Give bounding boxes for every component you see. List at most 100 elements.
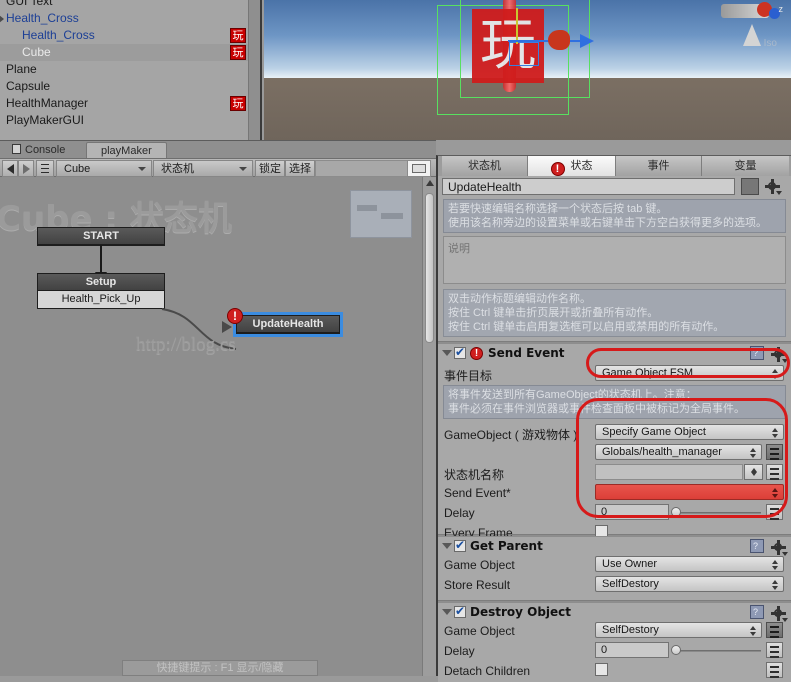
graph-minimap[interactable] bbox=[350, 190, 412, 238]
nav-back-button[interactable] bbox=[2, 160, 18, 177]
tab-playmaker[interactable]: playMaker bbox=[86, 142, 167, 159]
menu-button[interactable] bbox=[36, 160, 54, 177]
action-hint-line-3: 按住 Ctrl 键单击启用复选框可以启用或禁用的所有动作。 bbox=[448, 321, 725, 333]
field-fsm-name: 状态机名称 bbox=[438, 463, 791, 483]
tab-fsm-label: 状态机 bbox=[468, 160, 501, 172]
action-header[interactable]: ! Send Event ? bbox=[438, 344, 791, 363]
delay-slider-knob[interactable] bbox=[671, 645, 681, 655]
select-button[interactable]: 选择 bbox=[285, 160, 315, 177]
game-object-value: Specify Game Object bbox=[602, 426, 706, 438]
game-object-dropdown[interactable]: Use Owner bbox=[595, 556, 784, 572]
action-error-icon: ! bbox=[470, 347, 483, 360]
event-target-dropdown[interactable]: Game Object FSM bbox=[595, 365, 784, 381]
game-object-reference-dropdown[interactable]: Globals/health_manager bbox=[595, 444, 762, 460]
state-transition-event[interactable]: Health_Pick_Up bbox=[38, 291, 164, 308]
state-description-input[interactable]: 说明 bbox=[443, 236, 786, 284]
hierarchy-item-gui-text[interactable]: GUI Text bbox=[0, 0, 260, 10]
hierarchy-item-healthmanager[interactable]: HealthManager 玩 bbox=[0, 95, 260, 112]
variable-menu-button[interactable] bbox=[766, 444, 783, 460]
action-hint-line-2: 按住 Ctrl 键单击折页展开或折叠所有动作。 bbox=[448, 307, 659, 319]
target-object-dropdown[interactable]: Cube bbox=[56, 160, 152, 177]
canvas-scrollbar[interactable] bbox=[422, 177, 436, 676]
expand-arrow-icon[interactable] bbox=[0, 15, 4, 23]
hierarchy-item-cube[interactable]: Cube 玩 bbox=[0, 44, 260, 61]
delay-slider-knob[interactable] bbox=[671, 507, 681, 517]
gear-icon[interactable] bbox=[771, 606, 788, 622]
tab-fsm[interactable]: 状态机 bbox=[442, 156, 528, 176]
help-icon[interactable]: ? bbox=[750, 605, 764, 619]
gear-icon[interactable] bbox=[765, 179, 782, 195]
action-get-parent: Get Parent ? Game Object Use Owner Store… bbox=[438, 536, 791, 596]
unity-editor-window: GUI Text Health_Cross Health_Cross 玩 Cub… bbox=[0, 0, 791, 682]
variable-menu-button[interactable] bbox=[766, 504, 783, 520]
hierarchy-item-label: Cube bbox=[22, 45, 51, 59]
hierarchy-item-health-cross-child[interactable]: Health_Cross 玩 bbox=[0, 27, 260, 44]
delay-input[interactable]: 0 bbox=[595, 642, 669, 658]
hierarchy-item-label: Capsule bbox=[6, 79, 51, 93]
nav-forward-button[interactable] bbox=[18, 160, 34, 177]
gizmo-y-axis[interactable] bbox=[516, 8, 518, 44]
field-label: GameObject ( 游戏物体 ) bbox=[444, 428, 578, 442]
scene-view[interactable]: 玩 z Iso bbox=[264, 0, 791, 140]
state-node-setup[interactable]: Setup Health_Pick_Up bbox=[37, 273, 165, 309]
action-header[interactable]: Destroy Object ? bbox=[438, 603, 791, 622]
scroll-up-icon[interactable] bbox=[426, 180, 434, 186]
game-object-dropdown[interactable]: Specify Game Object bbox=[595, 424, 784, 440]
fsm-dropdown[interactable]: 状态机 bbox=[153, 160, 253, 177]
scene-view-mode-label[interactable]: Iso bbox=[764, 38, 777, 49]
hierarchy-scrollbar[interactable] bbox=[248, 0, 260, 140]
chevron-down-icon[interactable] bbox=[442, 350, 452, 356]
fsm-name-stepper[interactable] bbox=[744, 464, 763, 480]
state-name-input[interactable]: UpdateHealth bbox=[442, 178, 735, 195]
state-color-swatch[interactable] bbox=[741, 178, 759, 195]
gizmo-rotate-handle[interactable] bbox=[548, 30, 570, 50]
help-icon[interactable]: ? bbox=[750, 346, 764, 360]
detach-children-checkbox[interactable] bbox=[595, 663, 608, 676]
hierarchy-item-health-cross-root[interactable]: Health_Cross bbox=[0, 10, 260, 27]
fsm-name-label: 状态机 bbox=[161, 163, 194, 175]
action-hint-box: 双击动作标题编辑动作名称。 按住 Ctrl 键单击折页展开或折叠所有动作。 按住… bbox=[443, 289, 786, 337]
hierarchy-item-capsule[interactable]: Capsule bbox=[0, 78, 260, 95]
delay-slider-track[interactable] bbox=[673, 650, 761, 652]
layout-toggle-button[interactable] bbox=[407, 160, 431, 177]
gear-icon[interactable] bbox=[771, 540, 788, 556]
help-icon[interactable]: ? bbox=[750, 539, 764, 553]
tab-state[interactable]: ! 状态 bbox=[528, 156, 616, 176]
state-node-updatehealth[interactable]: ! UpdateHealth bbox=[227, 308, 343, 337]
state-node-title: START bbox=[38, 228, 164, 245]
store-result-dropdown[interactable]: SelfDestory bbox=[595, 576, 784, 592]
scrollbar-thumb[interactable] bbox=[425, 193, 434, 343]
tab-events[interactable]: 事件 bbox=[616, 156, 702, 176]
tab-console[interactable]: Console bbox=[2, 142, 75, 159]
variable-menu-button[interactable] bbox=[766, 642, 783, 658]
action-enabled-checkbox[interactable] bbox=[454, 345, 466, 359]
tab-variables[interactable]: 变量 bbox=[702, 156, 789, 176]
state-error-icon: ! bbox=[227, 308, 243, 324]
field-game-object: Game Object SelfDestory bbox=[438, 621, 791, 641]
variable-menu-button[interactable] bbox=[766, 622, 783, 638]
field-delay: Delay 0 bbox=[438, 641, 791, 661]
state-node-start[interactable]: START bbox=[37, 227, 165, 246]
chevron-down-icon[interactable] bbox=[442, 609, 452, 615]
hierarchy-item-plane[interactable]: Plane bbox=[0, 61, 260, 78]
action-enabled-checkbox[interactable] bbox=[454, 538, 466, 552]
delay-input[interactable]: 0 bbox=[595, 504, 669, 520]
minimap-node bbox=[357, 205, 377, 211]
stepper-arrows-icon bbox=[772, 369, 779, 379]
lock-button[interactable]: 锁定 bbox=[255, 160, 285, 177]
fsm-graph-canvas[interactable]: Cube : 状态机 START Setup Health_Pick_Up ! … bbox=[0, 177, 436, 676]
gizmo-x-axis[interactable] bbox=[508, 34, 594, 48]
fsm-name-input[interactable] bbox=[595, 464, 743, 480]
hierarchy-item-label: HealthManager bbox=[6, 96, 89, 110]
send-event-dropdown[interactable] bbox=[595, 484, 784, 500]
action-enabled-checkbox[interactable] bbox=[454, 604, 466, 618]
playmaker-badge-icon: 玩 bbox=[230, 96, 246, 111]
action-header[interactable]: Get Parent ? bbox=[438, 537, 791, 556]
variable-menu-button[interactable] bbox=[766, 464, 783, 480]
chevron-down-icon[interactable] bbox=[442, 543, 452, 549]
game-object-dropdown[interactable]: SelfDestory bbox=[595, 622, 762, 638]
hierarchy-item-playmakergui[interactable]: PlayMakerGUI bbox=[0, 112, 260, 129]
delay-slider-track[interactable] bbox=[673, 512, 761, 514]
gear-icon[interactable] bbox=[771, 347, 788, 363]
field-store-result: Store Result SelfDestory bbox=[438, 575, 791, 595]
